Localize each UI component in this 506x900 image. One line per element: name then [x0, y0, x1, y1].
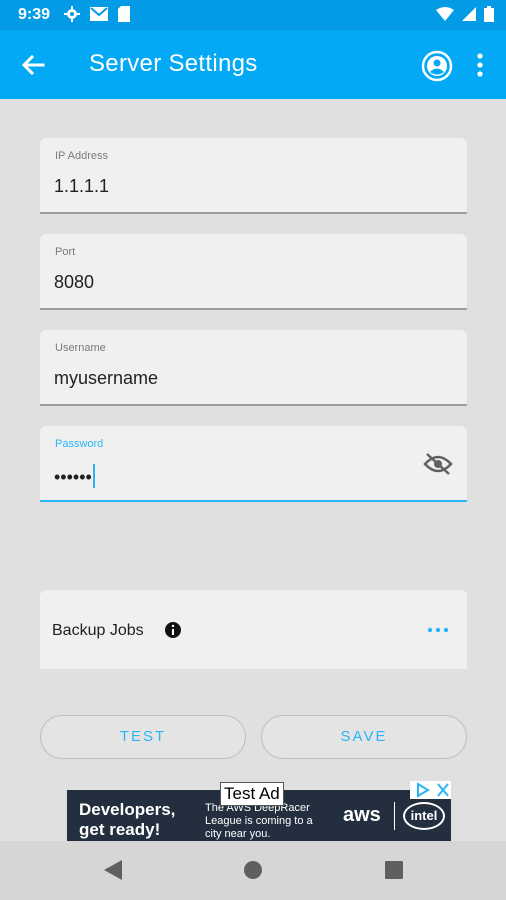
- app-bar: Server Settings: [0, 30, 506, 99]
- ad-divider: [394, 802, 395, 830]
- more-vert-icon[interactable]: [472, 50, 488, 80]
- test-button[interactable]: TEST: [40, 715, 246, 759]
- port-value[interactable]: 8080: [54, 272, 94, 293]
- text-cursor: [92, 464, 95, 488]
- password-label: Password: [55, 438, 104, 450]
- save-button[interactable]: SAVE: [261, 715, 467, 759]
- nav-home-icon[interactable]: [243, 860, 263, 880]
- info-icon[interactable]: [164, 621, 182, 639]
- visibility-off-icon[interactable]: [423, 452, 453, 476]
- test-ad-label: Test Ad: [220, 782, 284, 806]
- port-field[interactable]: Port 8080: [40, 234, 467, 310]
- adchoices-icon[interactable]: [410, 781, 451, 799]
- password-value-wrap[interactable]: ••••••: [54, 464, 95, 488]
- ad-headline: Developers, get ready!: [79, 800, 176, 839]
- ip-address-value[interactable]: 1.1.1.1: [54, 176, 109, 197]
- system-nav-bar: [0, 841, 506, 900]
- ip-address-field[interactable]: IP Address 1.1.1.1: [40, 138, 467, 214]
- port-label: Port: [55, 246, 76, 258]
- username-field[interactable]: Username myusername: [40, 330, 467, 406]
- password-field[interactable]: Password ••••••: [40, 426, 467, 502]
- username-value[interactable]: myusername: [54, 368, 158, 389]
- status-time: 9:39: [18, 6, 51, 23]
- battery-icon: [484, 6, 494, 22]
- backup-jobs-card[interactable]: Backup Jobs: [40, 590, 467, 669]
- sd-card-icon: [118, 6, 130, 22]
- nav-recents-icon[interactable]: [384, 860, 404, 880]
- settings-content: IP Address 1.1.1.1 Port 8080 Username my…: [0, 99, 506, 841]
- gear-icon: [64, 6, 80, 22]
- gmail-icon: [90, 7, 108, 21]
- nav-back-icon[interactable]: [102, 859, 124, 881]
- signal-icon: [462, 7, 476, 21]
- page-title: Server Settings: [89, 50, 258, 77]
- back-arrow-icon[interactable]: [18, 50, 48, 80]
- aws-logo: aws: [343, 804, 381, 826]
- username-label: Username: [55, 342, 106, 354]
- more-horiz-icon[interactable]: [426, 620, 450, 640]
- backup-jobs-label: Backup Jobs: [52, 622, 144, 639]
- account-circle-icon[interactable]: [420, 49, 454, 83]
- status-bar: 9:39: [0, 0, 506, 30]
- intel-logo: intel: [403, 802, 445, 830]
- password-value: ••••••: [54, 467, 92, 487]
- wifi-icon: [436, 7, 454, 21]
- ip-address-label: IP Address: [55, 150, 108, 162]
- ad-body: The AWS DeepRacer League is coming to a …: [205, 802, 313, 840]
